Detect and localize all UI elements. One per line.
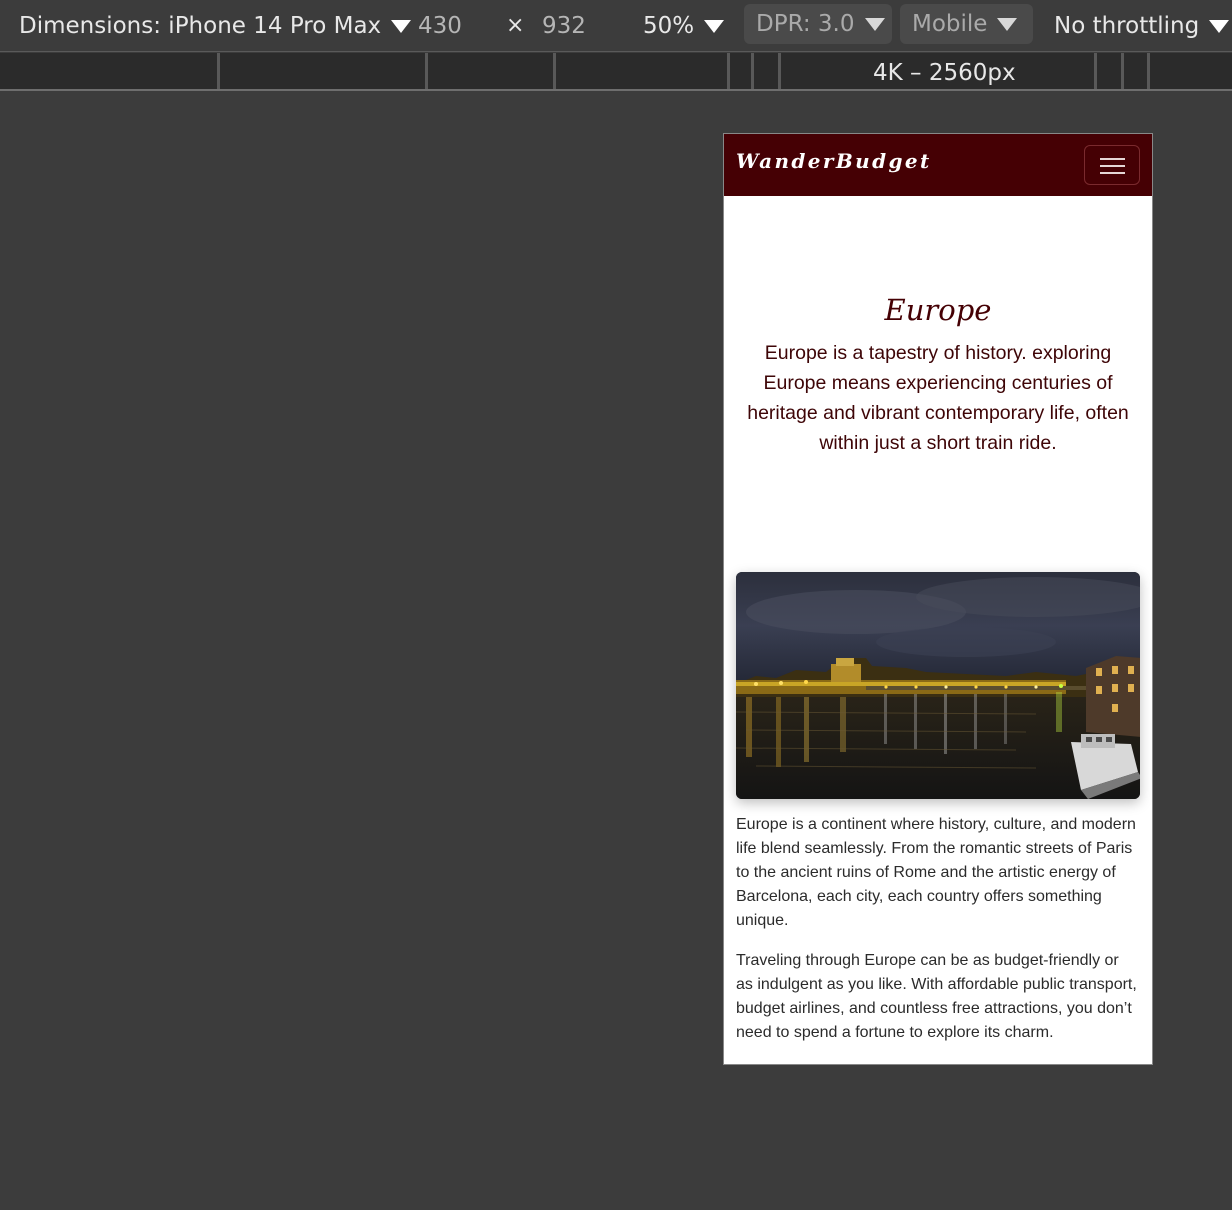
site-navbar: WanderBudget (724, 134, 1152, 196)
dpr-dropdown[interactable]: DPR: 3.0 (744, 4, 892, 44)
throttling-dropdown[interactable]: No throttling (1054, 10, 1230, 42)
zoom-label: 50% (643, 13, 695, 39)
ruler-breakpoint[interactable] (751, 53, 754, 89)
navbar-toggler-button[interactable] (1084, 145, 1140, 185)
throttling-label: No throttling (1054, 13, 1200, 39)
device-viewport: WanderBudget Europe Europe is a tapestry… (723, 133, 1153, 1065)
chevron-down-icon (1209, 20, 1230, 33)
device-dimensions-label: Dimensions: iPhone 14 Pro Max (19, 13, 382, 39)
hero-title: Europe (884, 293, 992, 327)
zoom-dropdown[interactable]: 50% (643, 10, 725, 42)
site-brand-link[interactable]: WanderBudget (736, 149, 932, 173)
chevron-down-icon (391, 20, 412, 33)
hero-description: Europe is a tapestry of history. explori… (747, 342, 1129, 454)
chevron-down-icon (997, 18, 1018, 31)
width-input[interactable]: 430 (418, 10, 462, 42)
ruler-breakpoint[interactable] (425, 53, 428, 89)
article-body: Europe is a continent where history, cul… (724, 799, 1152, 1045)
ruler-breakpoint[interactable] (727, 53, 730, 89)
article-paragraph: Traveling through Europe can be as budge… (736, 952, 1137, 1041)
device-toolbar: Dimensions: iPhone 14 Pro Max 430 × 932 … (0, 0, 1232, 52)
chevron-down-icon (864, 18, 885, 31)
ruler-breakpoint[interactable] (1121, 53, 1124, 89)
ruler-breakpoint[interactable] (778, 53, 781, 89)
ruler-breakpoint[interactable] (1147, 53, 1150, 89)
ruler-breakpoint[interactable] (1094, 53, 1097, 89)
swap-dimensions-icon[interactable]: × (506, 10, 524, 42)
river-city-night-photo (736, 572, 1140, 799)
hero-section: Europe Europe is a tapestry of history. … (724, 196, 1152, 572)
ruler-breakpoint[interactable] (217, 53, 220, 89)
photo-illustration (736, 572, 1140, 799)
chevron-down-icon (704, 20, 725, 33)
device-mode-dropdown[interactable]: Mobile (900, 4, 1033, 44)
device-mode-label: Mobile (912, 11, 988, 37)
ruler-breakpoint[interactable] (553, 53, 556, 89)
height-input[interactable]: 932 (542, 10, 586, 42)
dpr-label: DPR: 3.0 (756, 11, 855, 37)
ruler-breakpoint-label[interactable]: 4K – 2560px (873, 59, 1016, 87)
media-query-ruler: 4K – 2560px (0, 53, 1232, 91)
article-paragraph: Europe is a continent where history, cul… (736, 816, 1136, 929)
device-dimensions-dropdown[interactable]: Dimensions: iPhone 14 Pro Max (19, 10, 412, 42)
